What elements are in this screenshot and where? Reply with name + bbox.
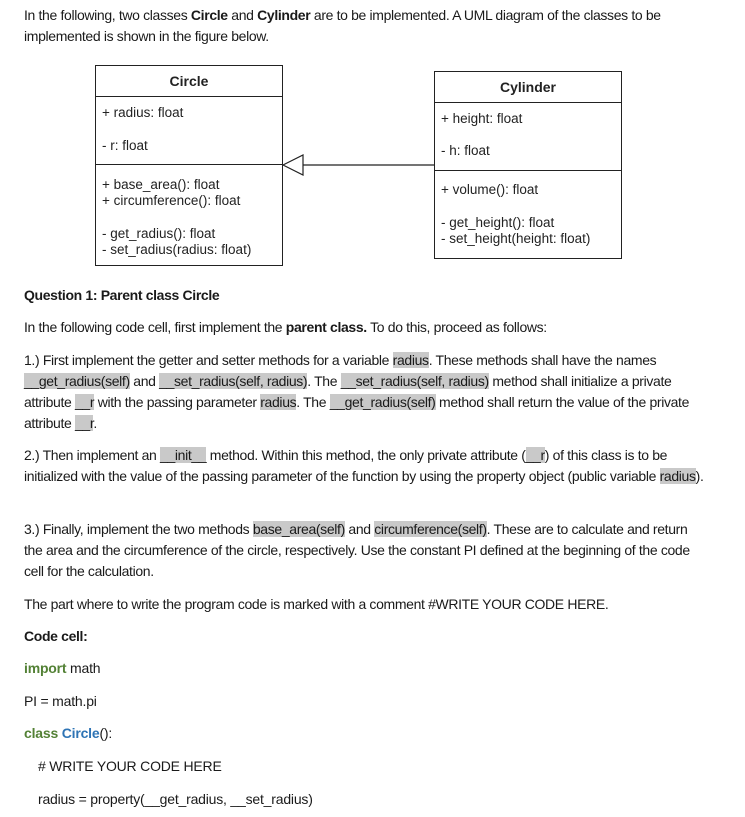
uml-method: + volume(): float	[441, 182, 539, 197]
code-cell-label: Code cell:	[24, 628, 88, 644]
question-heading: Question 1: Parent class Circle	[24, 287, 220, 303]
uml-method: + circumference(): float	[102, 193, 241, 208]
class-name-circle: Circle	[58, 725, 100, 741]
code-line-import: import math	[24, 660, 101, 676]
highlight-get-radius: __get_radius(self)	[24, 373, 130, 389]
inheritance-arrow	[282, 154, 435, 176]
keyword-import: import	[24, 660, 67, 676]
highlight-private-r: __r	[525, 447, 545, 463]
inheritance-arrowhead-icon	[282, 154, 304, 176]
uml-method: - set_radius(radius: float)	[102, 242, 252, 257]
uml-attribute: - h: float	[441, 143, 490, 158]
highlight-radius: radius	[659, 468, 696, 484]
code-line-property: radius = property(__get_radius, __set_ra…	[38, 791, 313, 807]
uml-method: + base_area(): float	[102, 177, 220, 192]
highlight-private-r: __r	[74, 394, 95, 410]
uml-class-circle-name: Circle	[169, 73, 209, 89]
highlight-set-radius: __set_radius(self, radius)	[340, 373, 489, 389]
uml-attribute: - r: float	[102, 138, 148, 153]
uml-class-cylinder-name: Cylinder	[499, 79, 556, 95]
step-3-paragraph: 3.) Finally, implement the two methods b…	[24, 521, 690, 579]
code-line-comment: # WRITE YOUR CODE HERE	[38, 758, 222, 774]
uml-cylinder-attributes: + height: float - h: float	[435, 102, 621, 170]
keyword-class: class	[24, 725, 59, 741]
uml-class-circle: Circle + radius: float - r: float + base…	[95, 65, 283, 266]
uml-attribute: + height: float	[441, 111, 523, 126]
uml-method: - get_height(): float	[441, 215, 555, 230]
uml-class-cylinder: Cylinder + height: float - h: float + vo…	[434, 71, 622, 259]
uml-attribute: + radius: float	[102, 105, 184, 120]
uml-method: - get_radius(): float	[102, 226, 216, 241]
highlight-radius: radius	[260, 394, 297, 410]
uml-cylinder-methods: + volume(): float - get_height(): float …	[435, 170, 621, 258]
highlight-set-radius: __set_radius(self, radius)	[159, 373, 308, 389]
uml-method: - set_height(height: float)	[441, 231, 591, 246]
step-1-paragraph: 1.) First implement the getter and sette…	[24, 352, 690, 431]
highlight-base-area: base_area(self)	[252, 521, 345, 537]
uml-diagram: Circle + radius: float - r: float + base…	[0, 0, 745, 280]
code-line-class: class Circle():	[24, 725, 113, 741]
question-lead: In the following code cell, first implem…	[24, 319, 547, 335]
uml-circle-attributes: + radius: float - r: float	[96, 96, 282, 164]
highlight-init: __init__	[160, 447, 207, 463]
write-code-note: The part where to write the program code…	[24, 596, 609, 612]
uml-circle-methods: + base_area(): float + circumference(): …	[96, 164, 282, 265]
highlight-private-r: __r	[74, 415, 94, 431]
step-2-paragraph: 2.) Then implement an __init__ method. W…	[24, 447, 704, 484]
parent-class-bold: parent class.	[285, 319, 367, 335]
highlight-get-radius: __get_radius(self)	[329, 394, 436, 410]
highlight-radius: radius	[392, 352, 429, 368]
highlight-circumference: circumference(self)	[374, 521, 487, 537]
code-line-pi: PI = math.pi	[24, 693, 97, 709]
